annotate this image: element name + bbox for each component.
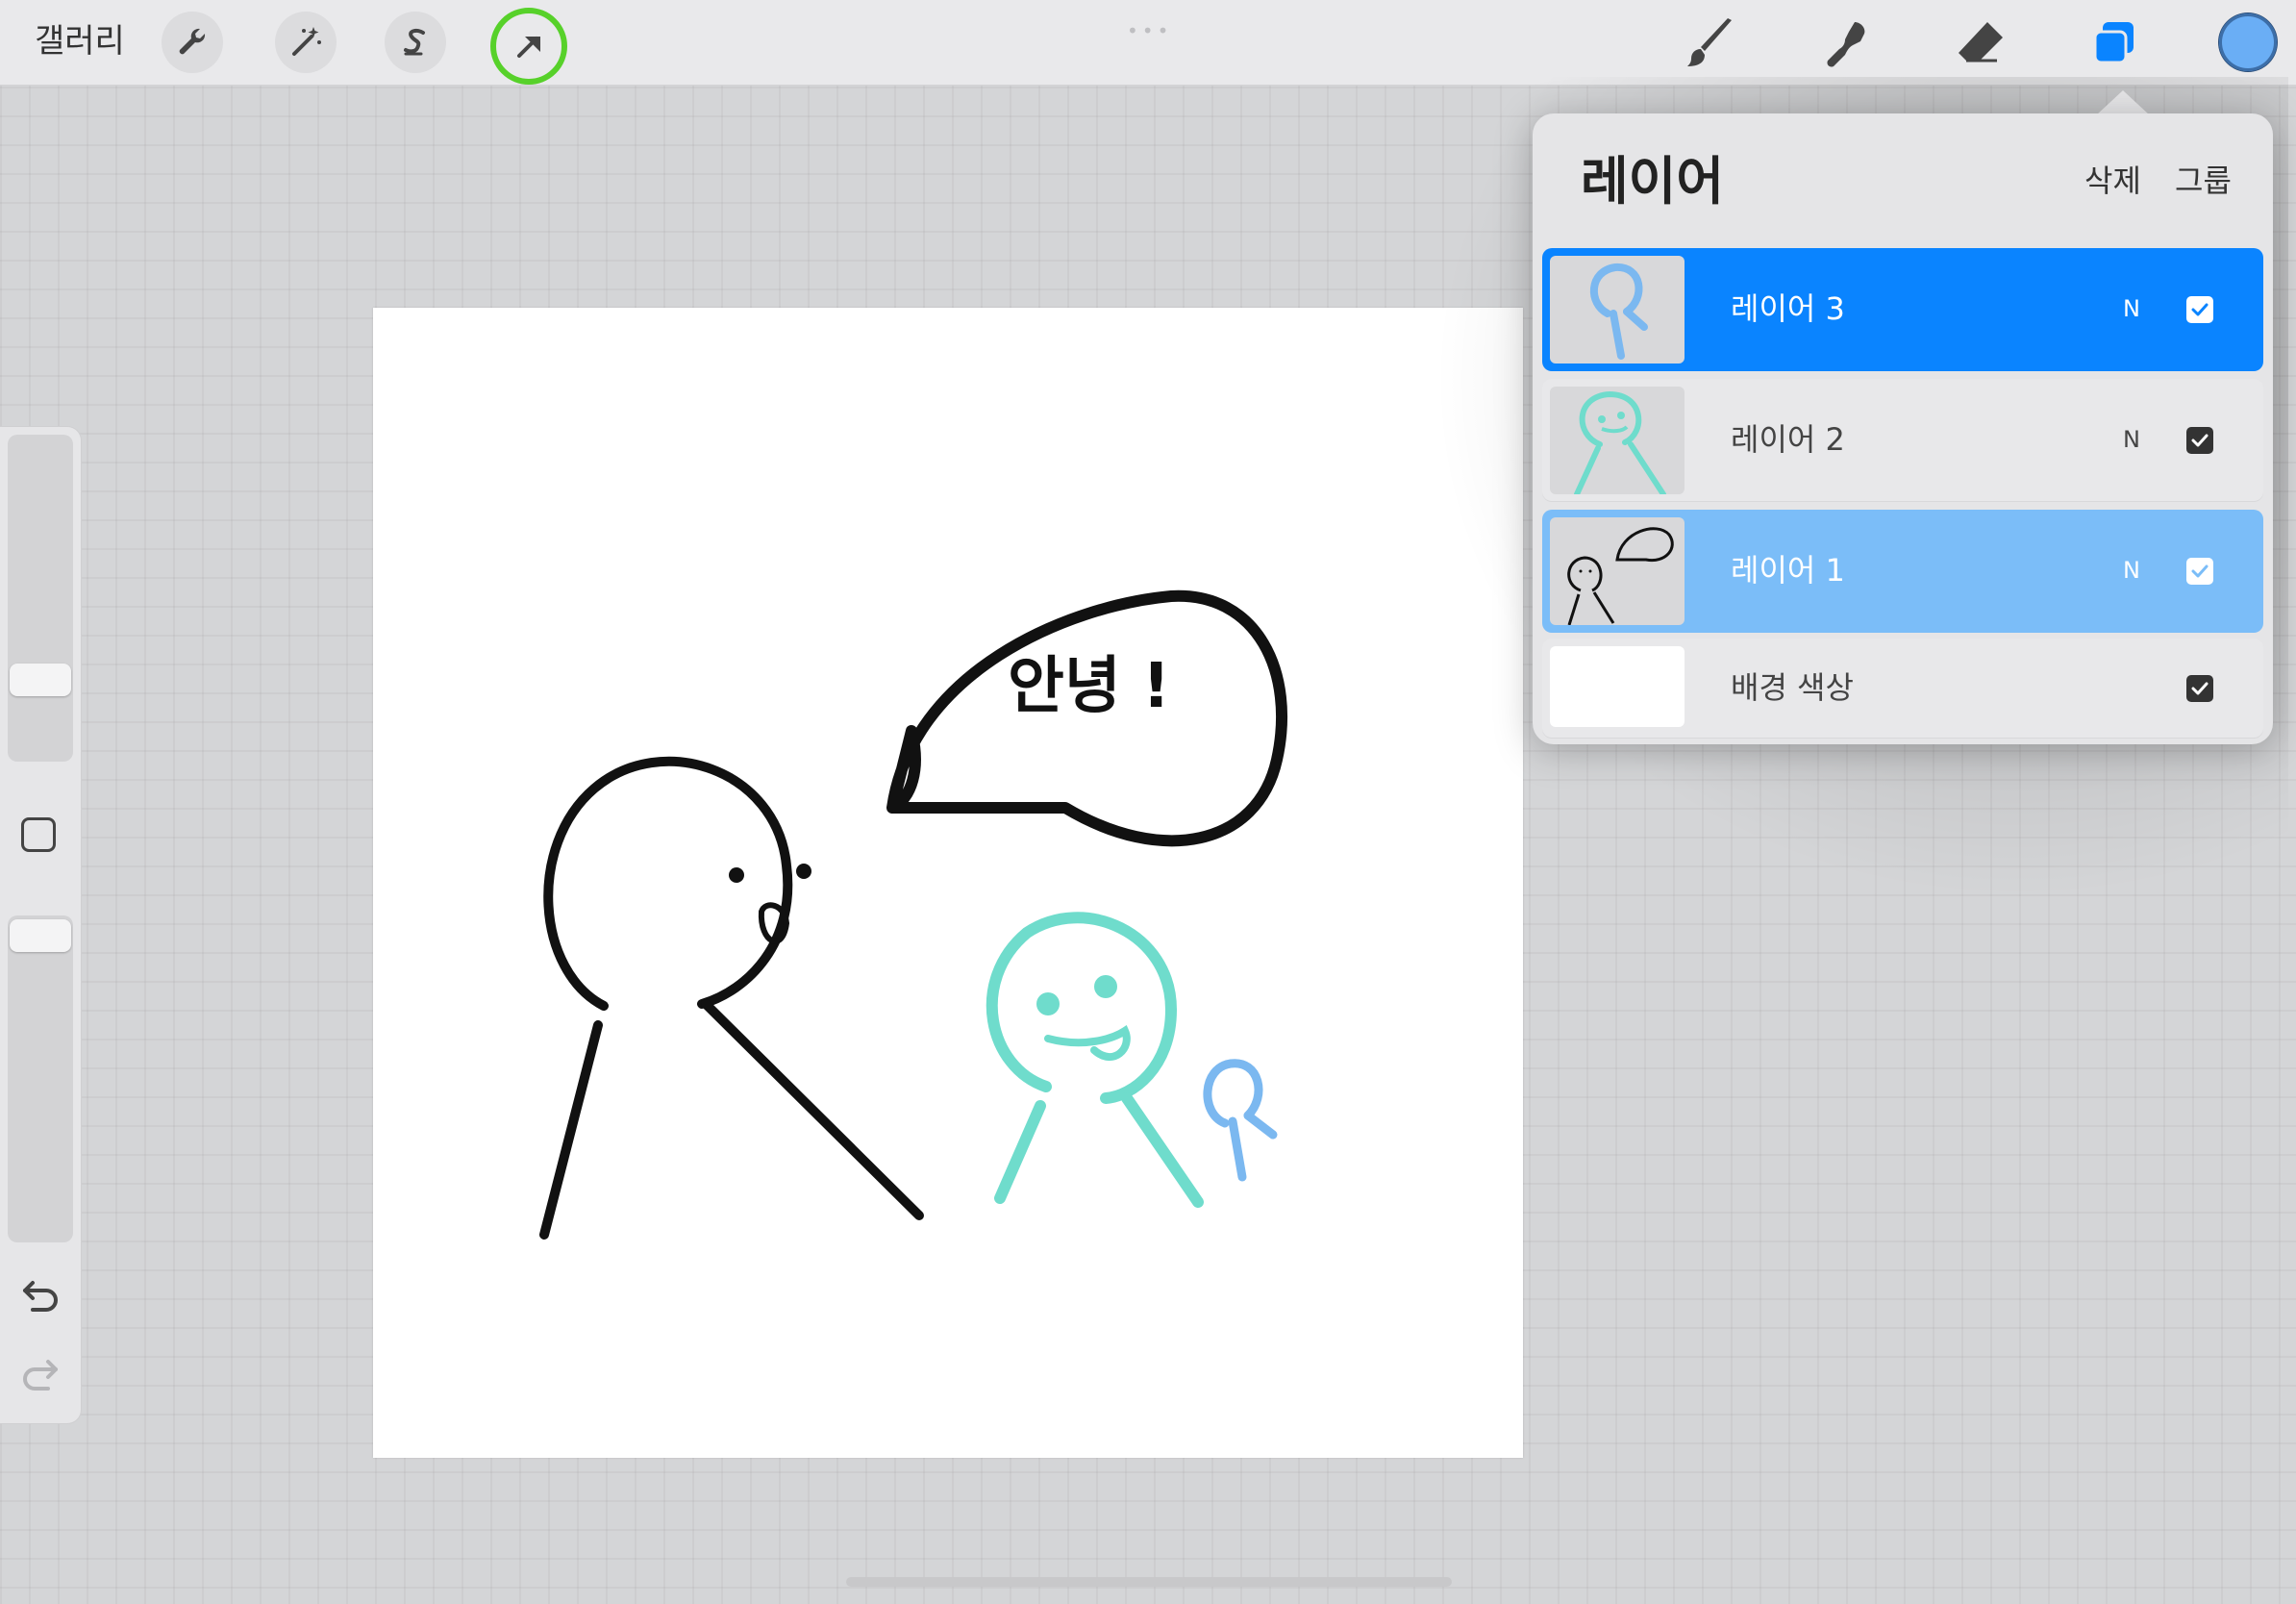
redo-icon[interactable] [19, 1352, 62, 1394]
blend-mode-button[interactable]: N [2123, 554, 2140, 587]
layer-name[interactable]: 레이어 1 [1731, 548, 1845, 592]
blend-mode-button[interactable]: N [2123, 423, 2140, 456]
canvas-artwork: 안녕 ! [539, 589, 1288, 1240]
color-picker-button[interactable] [2219, 13, 2277, 71]
layer-name[interactable]: 레이어 2 [1731, 417, 1845, 462]
layer-thumbnail [1550, 517, 1685, 625]
selection-icon [404, 28, 425, 56]
layer-row-background[interactable]: 배경 색상 [1542, 639, 2263, 739]
black-figure [539, 756, 924, 1240]
visibility-checkbox[interactable] [2186, 296, 2213, 323]
layers-icon [2093, 22, 2134, 64]
transform-button[interactable] [490, 8, 567, 85]
layers-panel: 레이어 삭제 그룹 레이어 3 N 레이어 2 N 레이어 1 N 배경 색상 [1533, 113, 2273, 744]
delete-button[interactable]: 삭제 [2084, 160, 2141, 202]
layer-thumbnail [1550, 256, 1685, 363]
layer-thumbnail [1550, 387, 1685, 494]
modifier-button[interactable] [21, 817, 56, 852]
brush-button[interactable] [1681, 13, 1740, 73]
visibility-checkbox[interactable] [2186, 675, 2213, 702]
blend-mode-button[interactable]: N [2123, 292, 2140, 325]
checkmark-icon [2191, 682, 2209, 695]
eraser-button[interactable] [1950, 13, 2009, 73]
selection-button[interactable] [385, 12, 446, 73]
smudge-icon [1827, 22, 1865, 67]
gallery-button[interactable]: 갤러리 [35, 17, 125, 65]
visibility-checkbox[interactable] [2186, 558, 2213, 585]
home-indicator[interactable] [846, 1577, 1452, 1587]
adjustments-button[interactable] [275, 12, 337, 73]
opacity-slider[interactable] [8, 915, 73, 1242]
eraser-icon [1959, 22, 2003, 63]
magic-wand-icon [292, 27, 321, 56]
brush-size-slider[interactable] [8, 435, 73, 762]
opacity-slider-thumb[interactable] [10, 919, 71, 952]
brush-icon [1687, 18, 1732, 66]
transform-arrow-icon [517, 37, 540, 58]
wrench-icon [179, 28, 206, 55]
brush-size-slider-thumb[interactable] [10, 664, 71, 696]
layer-row-3[interactable]: 레이어 3 N [1542, 248, 2263, 371]
undo-icon[interactable] [19, 1273, 62, 1316]
layers-button[interactable] [2084, 13, 2144, 73]
visibility-checkbox[interactable] [2186, 427, 2213, 454]
group-button[interactable]: 그룹 [2175, 160, 2232, 202]
actions-button[interactable] [162, 12, 223, 73]
drawing-canvas[interactable]: 안녕 ! [373, 308, 1523, 1458]
teal-figure [986, 912, 1204, 1208]
checkmark-icon [2191, 564, 2209, 578]
layer-name[interactable]: 레이어 3 [1731, 287, 1845, 331]
layer-row-1[interactable]: 레이어 1 N [1542, 510, 2263, 633]
checkmark-icon [2191, 434, 2209, 447]
background-color-swatch [1550, 646, 1685, 727]
panel-arrow [2096, 90, 2150, 115]
checkmark-icon [2191, 303, 2209, 316]
speech-bubble-text: 안녕 ! [1008, 651, 1170, 722]
layer-row-2[interactable]: 레이어 2 N [1542, 379, 2263, 502]
layer-name[interactable]: 배경 색상 [1731, 665, 1854, 710]
top-toolbar: 갤러리 ••• [0, 0, 2296, 86]
toolbar-grabber[interactable]: ••• [1127, 19, 1172, 42]
smudge-button[interactable] [1815, 13, 1875, 73]
left-sidebar [0, 427, 81, 1423]
layers-panel-title: 레이어 [1581, 151, 1725, 212]
blue-figure [1203, 1059, 1278, 1182]
